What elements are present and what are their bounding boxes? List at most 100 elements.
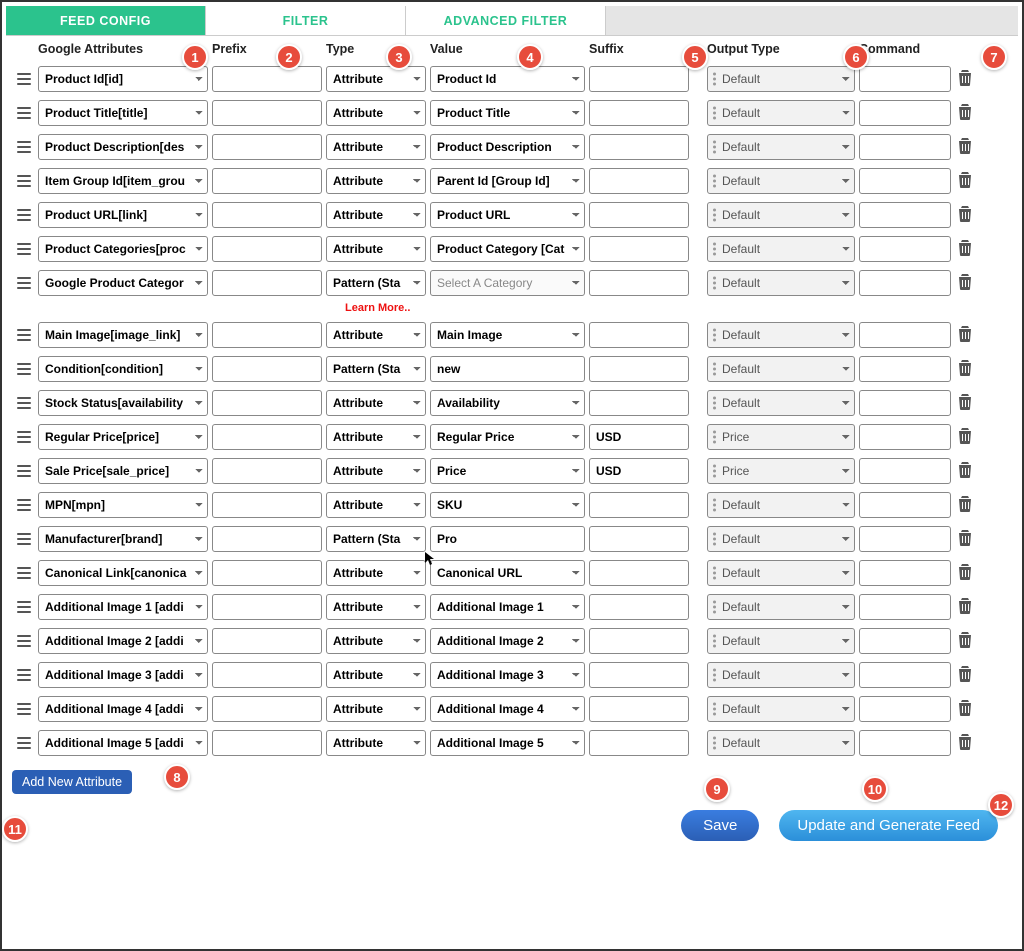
delete-row-icon[interactable] (958, 143, 972, 157)
drag-handle-icon[interactable] (10, 465, 38, 477)
drag-handle-icon[interactable] (10, 567, 38, 579)
command-input[interactable] (859, 730, 951, 756)
google-attribute-select[interactable]: Product Title[title] (38, 100, 208, 126)
command-input[interactable] (859, 390, 951, 416)
google-attribute-select[interactable]: Product Id[id] (38, 66, 208, 92)
drag-handle-icon[interactable] (10, 601, 38, 613)
google-attribute-select[interactable]: Main Image[image_link] (38, 322, 208, 348)
drag-handle-icon[interactable] (10, 175, 38, 187)
suffix-input[interactable] (589, 390, 689, 416)
tab-advanced-filter[interactable]: ADVANCED FILTER (406, 6, 606, 35)
suffix-input[interactable] (589, 696, 689, 722)
command-input[interactable] (859, 424, 951, 450)
google-attribute-select[interactable]: MPN[mpn] (38, 492, 208, 518)
value-input[interactable] (430, 526, 585, 552)
prefix-input[interactable] (212, 270, 322, 296)
google-attribute-select[interactable]: Condition[condition] (38, 356, 208, 382)
command-input[interactable] (859, 66, 951, 92)
drag-handle-icon[interactable] (10, 141, 38, 153)
google-attribute-select[interactable]: Product Categories[proc (38, 236, 208, 262)
command-input[interactable] (859, 458, 951, 484)
suffix-input[interactable] (589, 202, 689, 228)
type-select[interactable]: Attribute (326, 134, 426, 160)
command-input[interactable] (859, 662, 951, 688)
output-type-select[interactable]: Default (707, 322, 855, 348)
drag-handle-icon[interactable] (10, 397, 38, 409)
command-input[interactable] (859, 492, 951, 518)
prefix-input[interactable] (212, 390, 322, 416)
value-select[interactable]: Regular Price (430, 424, 585, 450)
value-select[interactable]: Product Description (430, 134, 585, 160)
google-attribute-select[interactable]: Sale Price[sale_price] (38, 458, 208, 484)
drag-handle-icon[interactable] (10, 329, 38, 341)
suffix-input[interactable] (589, 662, 689, 688)
output-type-select[interactable]: Default (707, 492, 855, 518)
command-input[interactable] (859, 560, 951, 586)
drag-handle-icon[interactable] (10, 243, 38, 255)
command-input[interactable] (859, 594, 951, 620)
command-input[interactable] (859, 100, 951, 126)
command-input[interactable] (859, 696, 951, 722)
suffix-input[interactable] (589, 134, 689, 160)
value-select[interactable]: Product URL (430, 202, 585, 228)
command-input[interactable] (859, 168, 951, 194)
prefix-input[interactable] (212, 100, 322, 126)
delete-row-icon[interactable] (958, 501, 972, 515)
google-attribute-select[interactable]: Additional Image 1 [addi (38, 594, 208, 620)
drag-handle-icon[interactable] (10, 107, 38, 119)
prefix-input[interactable] (212, 66, 322, 92)
value-select[interactable]: Product Title (430, 100, 585, 126)
output-type-select[interactable]: Default (707, 134, 855, 160)
output-type-select[interactable]: Default (707, 236, 855, 262)
google-attribute-select[interactable]: Additional Image 4 [addi (38, 696, 208, 722)
type-select[interactable]: Pattern (Sta (326, 270, 426, 296)
google-attribute-select[interactable]: Stock Status[availability (38, 390, 208, 416)
delete-row-icon[interactable] (958, 211, 972, 225)
suffix-input[interactable] (589, 526, 689, 552)
delete-row-icon[interactable] (958, 365, 972, 379)
value-select[interactable]: Additional Image 4 (430, 696, 585, 722)
output-type-select[interactable]: Default (707, 560, 855, 586)
drag-handle-icon[interactable] (10, 73, 38, 85)
prefix-input[interactable] (212, 560, 322, 586)
delete-row-icon[interactable] (958, 535, 972, 549)
prefix-input[interactable] (212, 594, 322, 620)
google-attribute-select[interactable]: Item Group Id[item_grou (38, 168, 208, 194)
delete-row-icon[interactable] (958, 705, 972, 719)
type-select[interactable]: Attribute (326, 100, 426, 126)
prefix-input[interactable] (212, 458, 322, 484)
google-attribute-select[interactable]: Additional Image 3 [addi (38, 662, 208, 688)
delete-row-icon[interactable] (958, 671, 972, 685)
tab-filter[interactable]: FILTER (206, 6, 406, 35)
google-attribute-select[interactable]: Additional Image 5 [addi (38, 730, 208, 756)
suffix-input[interactable] (589, 236, 689, 262)
drag-handle-icon[interactable] (10, 703, 38, 715)
drag-handle-icon[interactable] (10, 499, 38, 511)
suffix-input[interactable] (589, 594, 689, 620)
output-type-select[interactable]: Default (707, 66, 855, 92)
delete-row-icon[interactable] (958, 109, 972, 123)
google-attribute-select[interactable]: Regular Price[price] (38, 424, 208, 450)
google-attribute-select[interactable]: Canonical Link[canonica (38, 560, 208, 586)
suffix-input[interactable] (589, 322, 689, 348)
update-generate-feed-button[interactable]: Update and Generate Feed (779, 810, 998, 841)
value-select[interactable]: Additional Image 1 (430, 594, 585, 620)
value-select[interactable]: Product Id (430, 66, 585, 92)
type-select[interactable]: Attribute (326, 730, 426, 756)
prefix-input[interactable] (212, 730, 322, 756)
output-type-select[interactable]: Default (707, 696, 855, 722)
prefix-input[interactable] (212, 628, 322, 654)
output-type-select[interactable]: Default (707, 594, 855, 620)
drag-handle-icon[interactable] (10, 669, 38, 681)
output-type-select[interactable]: Default (707, 628, 855, 654)
type-select[interactable]: Pattern (Sta (326, 356, 426, 382)
delete-row-icon[interactable] (958, 75, 972, 89)
type-select[interactable]: Attribute (326, 390, 426, 416)
output-type-select[interactable]: Price (707, 424, 855, 450)
drag-handle-icon[interactable] (10, 635, 38, 647)
value-select[interactable]: Availability (430, 390, 585, 416)
prefix-input[interactable] (212, 696, 322, 722)
type-select[interactable]: Attribute (326, 628, 426, 654)
type-select[interactable]: Attribute (326, 696, 426, 722)
type-select[interactable]: Attribute (326, 424, 426, 450)
